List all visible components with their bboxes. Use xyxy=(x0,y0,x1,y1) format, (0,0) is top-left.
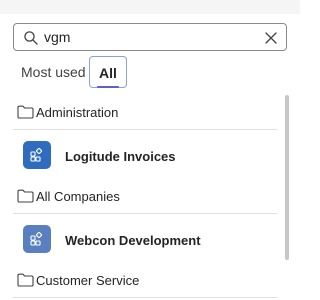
list-item-webcon-development[interactable]: Webcon Development xyxy=(13,214,277,262)
close-icon[interactable] xyxy=(264,31,278,45)
app-grid-icon xyxy=(30,232,43,246)
selected-tab-indicator xyxy=(97,86,119,88)
search-box[interactable] xyxy=(13,23,287,51)
app-tile xyxy=(23,141,51,169)
tab-most-used[interactable]: Most used xyxy=(13,56,88,88)
app-label: Webcon Development xyxy=(65,233,201,248)
scrollbar[interactable] xyxy=(285,95,289,260)
folder-label: Administration xyxy=(36,105,119,120)
app-grid-icon xyxy=(30,148,43,162)
list-item-administration[interactable]: Administration xyxy=(13,92,277,129)
folder-label: All Companies xyxy=(36,189,120,204)
list-item-customer-service[interactable]: Customer Service xyxy=(13,262,277,299)
folder-label: Customer Service xyxy=(36,273,140,288)
folder-icon xyxy=(17,105,34,119)
folder-icon xyxy=(17,189,34,203)
search-icon xyxy=(23,30,39,46)
divider xyxy=(13,297,277,298)
top-bar xyxy=(0,0,300,14)
folder-icon xyxy=(17,273,34,287)
app-tile xyxy=(23,225,51,253)
app-list: Administration Logitude Invoices All Com… xyxy=(13,92,283,300)
app-label: Logitude Invoices xyxy=(65,149,176,164)
tab-all[interactable]: All xyxy=(89,56,127,88)
search-input[interactable] xyxy=(44,27,244,47)
list-item-all-companies[interactable]: All Companies xyxy=(13,178,277,215)
list-item-logitude-invoices[interactable]: Logitude Invoices xyxy=(13,130,277,178)
